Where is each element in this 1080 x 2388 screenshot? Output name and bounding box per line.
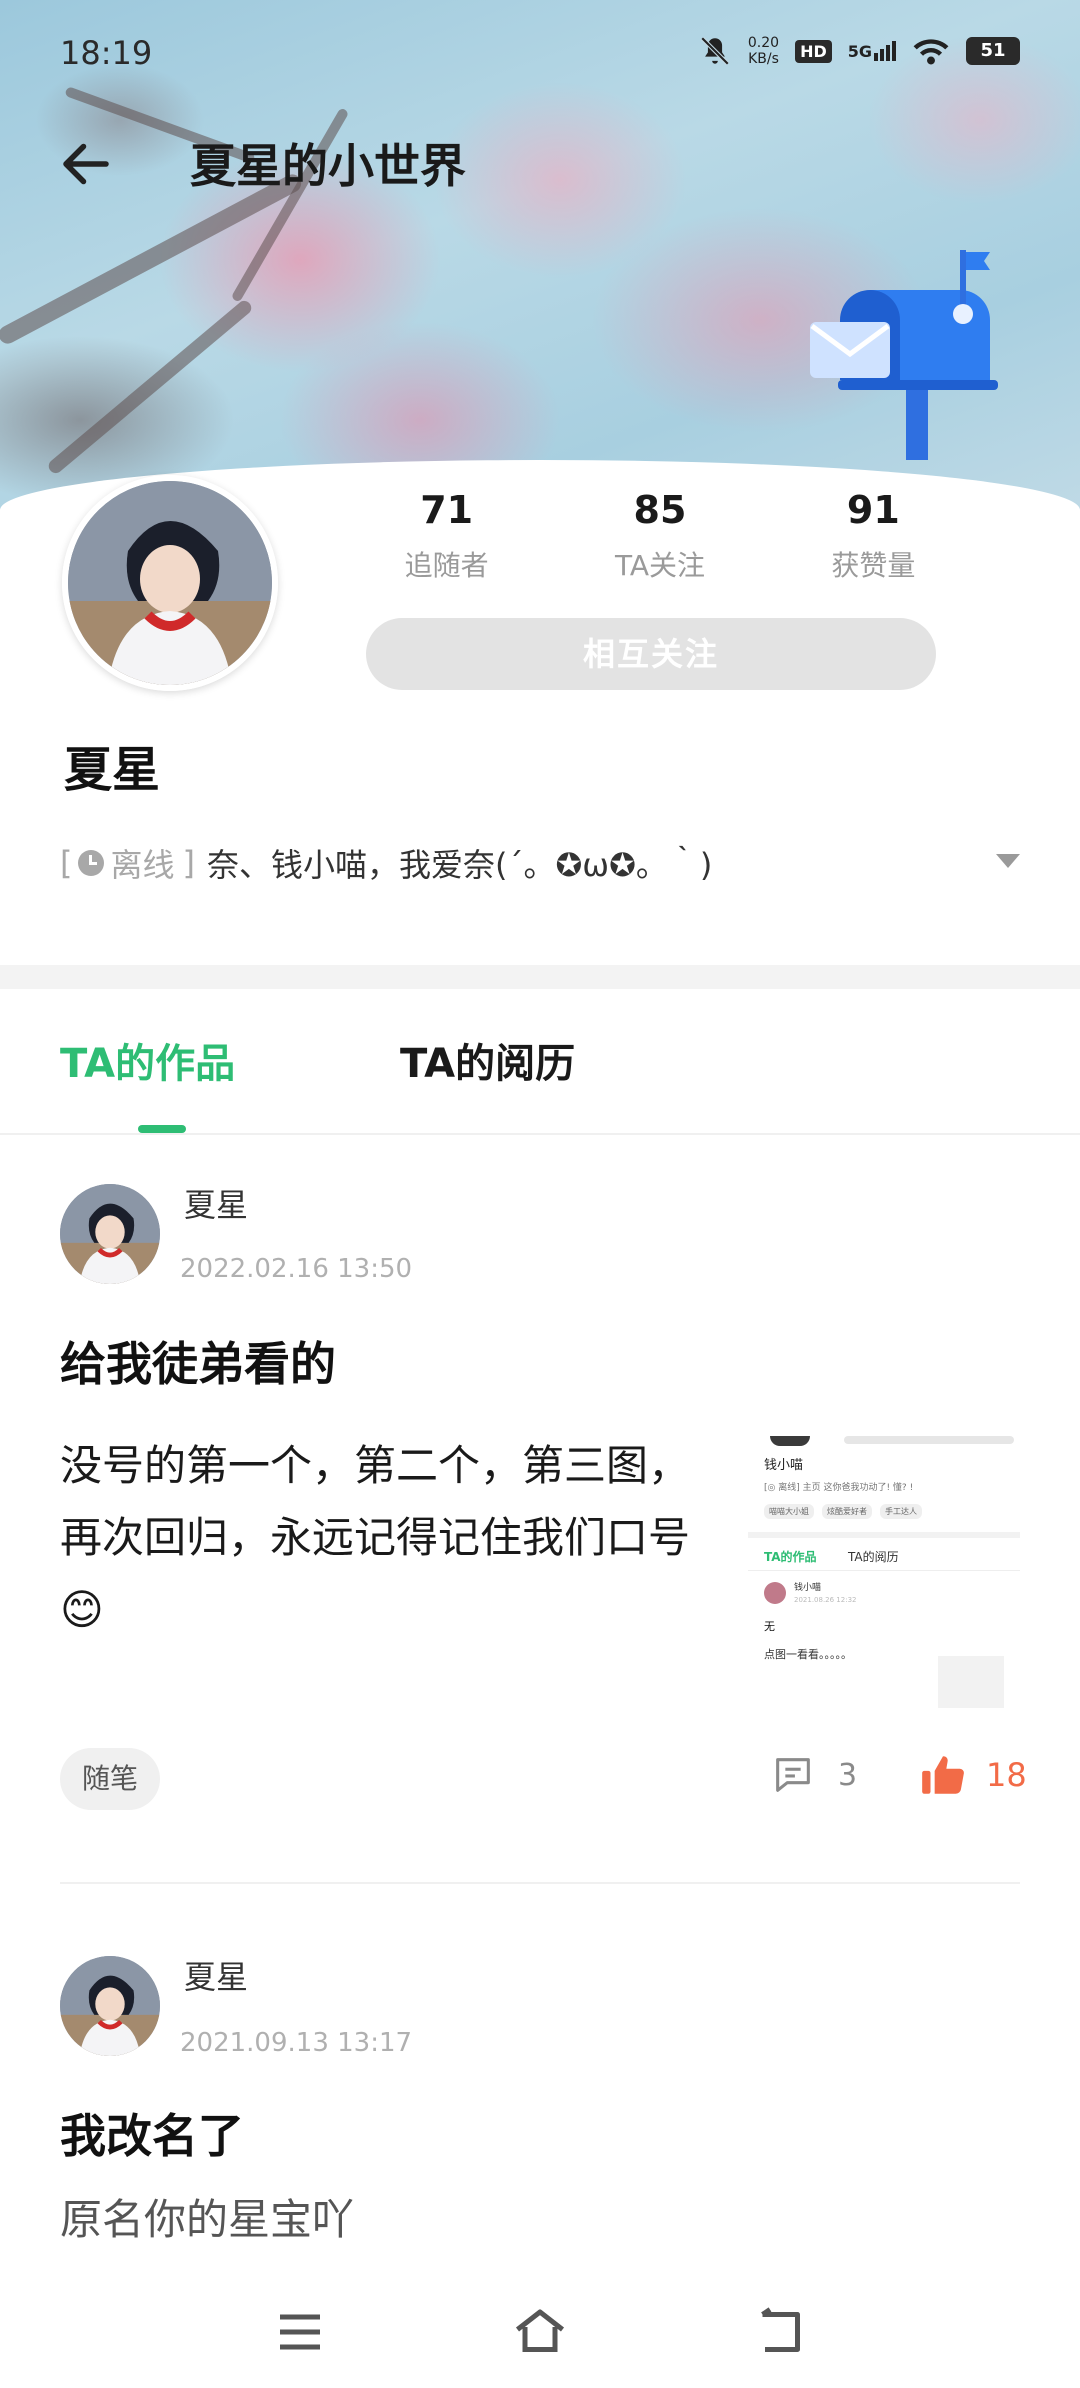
post-date: 2021.09.13 13:17 [180,2028,413,2058]
profile-avatar[interactable] [62,475,278,691]
like-button[interactable]: 18 [918,1750,1027,1800]
mailbox-icon[interactable] [810,250,1010,460]
post-author-name: 夏星 [184,1186,249,1224]
post-author-avatar[interactable] [60,1184,160,1284]
post-body: 没号的第一个，第二个，第三图，再次回归，永远记得记住我们口号😊 [60,1441,691,1634]
thumbs-up-icon [922,1756,964,1794]
post-card[interactable]: 夏星 2021.09.13 13:17 我改名了 原名你的星宝吖 [0,1912,1080,2280]
like-count: 18 [986,1756,1027,1794]
post-date: 2022.02.16 13:50 [180,1254,413,1284]
profile-stats: 71 追随者 85 TA关注 91 获赞量 [340,488,980,584]
content-tabs: TA的作品 TA的阅历 [0,989,1080,1135]
stat-following[interactable]: 85 TA关注 [553,488,766,584]
wifi-icon [913,39,949,65]
comment-count: 3 [838,1757,858,1793]
network-speed: 0.20 KB/s [747,35,780,67]
page-title: 夏星的小世界 [190,139,466,193]
post-divider [60,1882,1020,1884]
status-time: 18:19 [60,34,153,72]
post-author-name: 夏星 [184,1958,249,1996]
offline-status: [ 离线 ] [60,844,195,884]
battery-indicator: 51 [966,37,1020,65]
user-status-line[interactable]: [ 离线 ] 奈、钱小喵，我爱奈(´。✪ω✪。｀) [60,840,1020,886]
stat-followers[interactable]: 71 追随者 [340,488,553,584]
cell-signal-icon: 5G [848,41,896,61]
post-title: 给我徒弟看的 [60,1337,336,1391]
status-bar: 18:19 0.20 KB/s HD 5G 51 [0,0,1080,110]
hd-badge: HD [795,39,832,63]
mutual-follow-button[interactable]: 相互关注 [366,618,936,690]
mute-bell-icon [700,36,730,66]
stat-likes[interactable]: 91 获赞量 [767,488,980,584]
tab-ta-works[interactable]: TA的作品 [60,1031,235,1089]
top-navigation: 夏星的小世界 [0,110,1080,210]
home-icon[interactable] [510,2302,570,2362]
expand-down-icon[interactable] [996,854,1020,868]
tab-ta-experience[interactable]: TA的阅历 [400,1031,575,1089]
post-body: 原名你的星宝吖 [60,2195,355,2244]
clock-icon [78,850,105,876]
post-thumbnail[interactable]: 钱小喵 [◎ 离线] 主页 这你爸我功动了! 懂? ! 喵喵大小姐 炫酷爱好者 … [748,1436,1020,1708]
tab-active-indicator [138,1125,186,1133]
system-navigation-bar [0,2280,1080,2388]
section-divider [0,965,1080,989]
post-card[interactable]: 夏星 2022.02.16 13:50 给我徒弟看的 没号的第一个，第二个，第三… [0,1136,1080,1884]
user-name: 夏星 [64,742,161,798]
comment-button[interactable]: 3 [770,1752,857,1798]
post-tag[interactable]: 随笔 [60,1748,161,1810]
post-author-avatar[interactable] [60,1956,160,2056]
user-signature: 奈、钱小喵，我爱奈(´。✪ω✪。｀) [206,846,713,884]
post-title: 我改名了 [60,2109,244,2163]
back-arrow-icon[interactable] [56,134,116,194]
menu-icon[interactable] [270,2302,330,2362]
back-nav-icon[interactable] [750,2302,810,2362]
comment-icon [776,1758,810,1792]
